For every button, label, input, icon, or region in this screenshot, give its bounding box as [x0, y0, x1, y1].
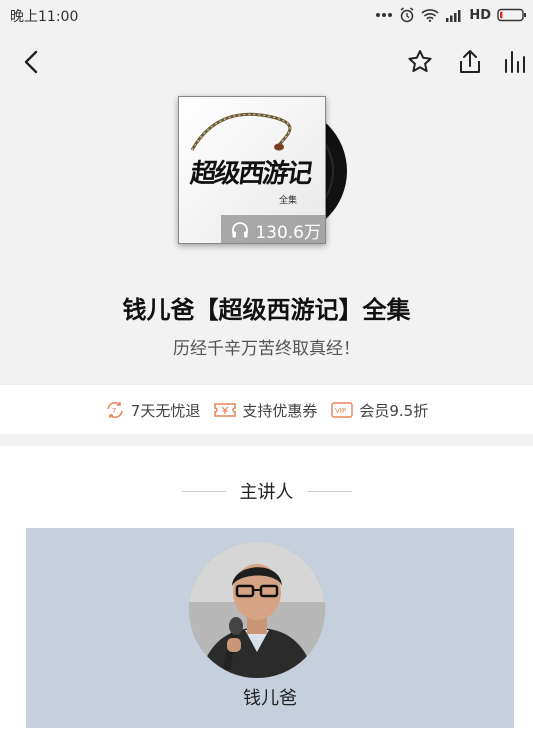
play-count: 130.6万 [255, 222, 321, 243]
benefit-label: 支持优惠券 [242, 401, 318, 420]
svg-text:7: 7 [112, 407, 116, 415]
speaker-card[interactable]: 钱儿爸 [26, 528, 514, 728]
cover-subtitle: 全集 [279, 196, 298, 206]
album-title: 钱儿爸【超级西游记】全集 [122, 296, 411, 324]
battery-icon [497, 8, 526, 22]
section-title: 主讲人 [239, 482, 294, 503]
status-time: 晚上11:00 [10, 9, 79, 25]
benefit-refund[interactable]: 7 7天无忧退 [105, 400, 201, 421]
album-hero: 超级西游记 全集 130.6万 钱儿爸【超级西游记】全集 历经千辛万苦终取真经！ [0, 94, 533, 384]
coupon-icon [214, 403, 237, 417]
alarm-icon [400, 7, 414, 23]
status-bar: 晚上11:00 HD [0, 0, 533, 30]
network-label: HD [469, 7, 491, 23]
benefit-coupon[interactable]: 支持优惠券 [214, 400, 317, 421]
benefits-row: 7 7天无忧退 支持优惠券 VIP 会员9.5折 [0, 384, 533, 435]
cover-title: 超级西游记 [188, 159, 313, 189]
album-artwork[interactable]: 超级西游记 全集 130.6万 [178, 96, 358, 246]
share-button[interactable] [454, 46, 486, 78]
share-icon [460, 50, 480, 73]
back-icon [24, 50, 38, 74]
avatar[interactable] [189, 542, 325, 678]
status-icons: HD [375, 4, 527, 26]
more-dots-icon [376, 13, 393, 17]
play-count-badge: 130.6万 [221, 215, 325, 243]
stats-button[interactable] [500, 46, 532, 78]
favorite-button[interactable] [404, 46, 436, 78]
section-line-left [181, 490, 226, 492]
signal-icon [446, 10, 461, 22]
svg-text:VIP: VIP [335, 407, 346, 415]
album-subtitle: 历经千辛万苦终取真经！ [173, 339, 360, 359]
stats-icon [505, 51, 525, 73]
album-cover: 超级西游记 全集 130.6万 [178, 96, 326, 244]
refund-icon: 7 [107, 402, 123, 418]
speaker-section-header: 主讲人 [0, 476, 533, 506]
benefit-label: 7天无忧退 [130, 401, 201, 420]
benefit-label: 会员9.5折 [359, 401, 429, 420]
speaker-photo [189, 542, 325, 678]
back-button[interactable] [16, 46, 48, 78]
benefit-vip[interactable]: VIP 会员9.5折 [331, 400, 428, 421]
section-divider [0, 434, 533, 446]
vip-icon: VIP [331, 402, 354, 418]
speaker-name: 钱儿爸 [243, 688, 297, 709]
snake-drawing [190, 112, 292, 151]
star-icon [408, 50, 432, 72]
headphones-icon [232, 222, 249, 238]
section-line-right [307, 490, 352, 492]
wifi-icon [421, 9, 439, 22]
nav-bar [0, 30, 533, 94]
